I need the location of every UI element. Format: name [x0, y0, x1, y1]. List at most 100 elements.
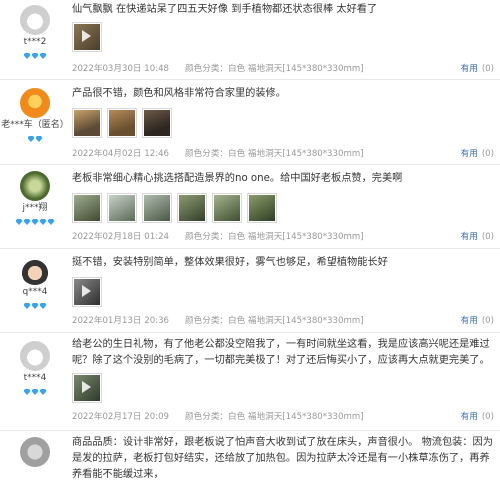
review-meta: 2022年02月18日 01:24 颜色分类：白色 福地洞天[145*380*33…: [72, 231, 380, 243]
credit-diamonds: [0, 49, 70, 59]
diamond-icon: [31, 219, 39, 225]
useful-count: (0): [481, 232, 494, 242]
color-category: 颜色分类：白色 福地洞天[145*380*330mm]: [185, 64, 364, 74]
color-category: 颜色分类：白色 福地洞天[145*380*330mm]: [185, 232, 364, 242]
review-photos: [72, 108, 494, 138]
useful-control: 有用 (0): [461, 63, 494, 75]
review-date: 2022年03月30日 10:48: [72, 64, 170, 74]
diamond-icon: [23, 219, 31, 225]
review-meta: 2022年02月17日 20:09 颜色分类：白色 福地洞天[145*380*33…: [72, 411, 380, 423]
reviewer-info: t***2: [0, 0, 70, 59]
credit-diamonds: [0, 215, 70, 225]
reviewer-info: 老***车（匿名）: [0, 80, 70, 142]
diamond-icon: [39, 389, 47, 395]
color-category: 颜色分类：白色 福地洞天[145*380*330mm]: [185, 149, 364, 159]
review-photo-thumbnail[interactable]: [247, 193, 277, 223]
credit-diamonds: [0, 132, 70, 142]
review-date: 2022年02月18日 01:24: [72, 232, 170, 242]
review-photos: [72, 373, 494, 403]
useful-control: 有用 (0): [461, 315, 494, 327]
play-icon: [82, 285, 91, 297]
review-photo-thumbnail[interactable]: [107, 193, 137, 223]
diamond-icon: [23, 389, 31, 395]
review-item: t***4 给老公的生日礼物，有了他老公都没空陪我了，一有时间就坐这看，我是应该…: [0, 333, 500, 431]
avatar: [20, 341, 50, 371]
reviewer-info: [0, 431, 70, 467]
review-photo-thumbnail[interactable]: [72, 373, 102, 403]
review-photos: [72, 277, 494, 307]
avatar: [20, 5, 50, 35]
review-date: 2022年02月17日 20:09: [72, 412, 170, 422]
useful-count: (0): [481, 316, 494, 326]
review-text: 产品很不错，颜色和风格非常符合家里的装修。: [72, 88, 286, 99]
useful-count: (0): [481, 412, 494, 422]
avatar: [20, 255, 50, 285]
useful-count: (0): [481, 149, 494, 159]
review-item: q***4 挺不错，安装特别简单，整体效果很好，雾气也够足，希望植物能长好 20…: [0, 249, 500, 333]
useful-control: 有用 (0): [461, 231, 494, 243]
review-photo-thumbnail[interactable]: [142, 108, 172, 138]
review-text: 商品品质：设计非常好，跟老板说了怕声音大收到试了放在床头，声音很小。 物流包装：…: [72, 437, 493, 480]
review-photo-thumbnail[interactable]: [72, 193, 102, 223]
play-icon: [82, 30, 91, 42]
diamond-icon: [15, 219, 23, 225]
reviewer-name: j***翔: [22, 203, 48, 213]
diamond-icon: [47, 219, 55, 225]
diamond-icon: [31, 53, 39, 59]
useful-link[interactable]: 有用: [461, 149, 478, 159]
review-item: 商品品质：设计非常好，跟老板说了怕声音大收到试了放在床头，声音很小。 物流包装：…: [0, 431, 500, 491]
review-date: 2022年04月02日 12:46: [72, 149, 170, 159]
review-text: 老板非常细心精心挑选搭配造景界的no one。给中国好老板点赞，完美啊: [72, 173, 403, 184]
review-photo-thumbnail[interactable]: [72, 108, 102, 138]
diamond-icon: [27, 136, 35, 142]
diamond-icon: [39, 219, 47, 225]
review-photos: [72, 22, 494, 52]
useful-link[interactable]: 有用: [461, 412, 478, 422]
review-text: 仙气飘飘 在快递站呆了四五天好像 到手植物都还状态很棒 太好看了: [72, 4, 378, 15]
diamond-icon: [31, 389, 39, 395]
useful-control: 有用 (0): [461, 148, 494, 160]
review-item: 老***车（匿名） 产品很不错，颜色和风格非常符合家里的装修。 2022年04月…: [0, 80, 500, 165]
diamond-icon: [31, 303, 39, 309]
reviewer-name: t***2: [23, 37, 47, 47]
review-photo-thumbnail[interactable]: [142, 193, 172, 223]
reviewer-info: q***4: [0, 249, 70, 309]
color-category: 颜色分类：白色 福地洞天[145*380*330mm]: [185, 412, 364, 422]
reviewer-name: t***4: [23, 373, 47, 383]
avatar: [20, 437, 50, 467]
diamond-icon: [23, 53, 31, 59]
reviewer-info: j***翔: [0, 165, 70, 225]
useful-link[interactable]: 有用: [461, 316, 478, 326]
reviewer-name: 老***车（匿名）: [1, 120, 69, 130]
diamond-icon: [23, 303, 31, 309]
diamond-icon: [35, 136, 43, 142]
color-category: 颜色分类：白色 福地洞天[145*380*330mm]: [185, 316, 364, 326]
useful-control: 有用 (0): [461, 411, 494, 423]
play-icon: [82, 381, 91, 393]
review-text: 挺不错，安装特别简单，整体效果很好，雾气也够足，希望植物能长好: [72, 257, 388, 268]
review-item: j***翔 老板非常细心精心挑选搭配造景界的no one。给中国好老板点赞，完美…: [0, 165, 500, 249]
credit-diamonds: [0, 385, 70, 395]
reviewer-name: q***4: [22, 287, 48, 297]
diamond-icon: [39, 53, 47, 59]
useful-link[interactable]: 有用: [461, 64, 478, 74]
credit-diamonds: [0, 299, 70, 309]
reviewer-info: t***4: [0, 333, 70, 395]
review-photo-thumbnail[interactable]: [212, 193, 242, 223]
avatar: [20, 171, 50, 201]
review-item: t***2 仙气飘飘 在快递站呆了四五天好像 到手植物都还状态很棒 太好看了 2…: [0, 0, 500, 80]
review-meta: 2022年03月30日 10:48 颜色分类：白色 福地洞天[145*380*33…: [72, 63, 380, 75]
review-meta: 2022年01月13日 20:36 颜色分类：白色 福地洞天[145*380*33…: [72, 315, 380, 327]
review-photo-thumbnail[interactable]: [107, 108, 137, 138]
review-photo-thumbnail[interactable]: [72, 22, 102, 52]
review-text: 给老公的生日礼物，有了他老公都没空陪我了，一有时间就坐这看，我是应该高兴呢还是难…: [72, 339, 490, 366]
review-photo-thumbnail[interactable]: [72, 277, 102, 307]
review-photo-thumbnail[interactable]: [177, 193, 207, 223]
avatar: [20, 88, 50, 118]
diamond-icon: [39, 303, 47, 309]
review-photos: [72, 193, 494, 223]
useful-count: (0): [481, 64, 494, 74]
review-date: 2022年01月13日 20:36: [72, 316, 170, 326]
review-meta: 2022年04月02日 12:46 颜色分类：白色 福地洞天[145*380*33…: [72, 148, 380, 160]
useful-link[interactable]: 有用: [461, 232, 478, 242]
